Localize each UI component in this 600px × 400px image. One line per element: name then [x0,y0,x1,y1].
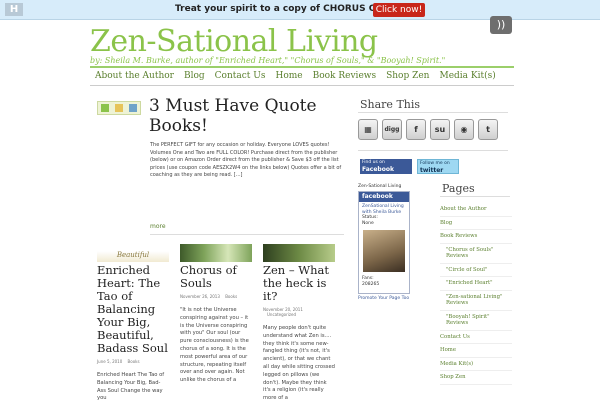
post-card: Zen – What the heck is it? November 20, … [263,244,335,400]
tw-badge-big-text: twitter [420,167,444,174]
hellobar-cta-button[interactable]: Click now! [373,3,425,17]
follow-me-on-twitter-badge[interactable]: Follow me on twitter [417,159,459,174]
site-description: by: Sheila M. Burke, author of "Enriched… [90,56,446,65]
nav-contact-us[interactable]: Contact Us [210,68,271,85]
pages-item[interactable]: Book Reviews [440,230,512,244]
post-thumbnail[interactable]: Beautiful [97,244,169,262]
pages-item[interactable]: Home [440,344,512,358]
read-more-link[interactable]: more [150,223,166,230]
post-excerpt: Many people don't quite understand what … [263,325,335,400]
post-card: Chorus of Souls November 26, 2013 Books … [180,244,252,385]
facebook-logo[interactable]: facebook [359,192,409,202]
fb-status-value: None [362,220,374,226]
nav-shop-zen[interactable]: Shop Zen [381,68,434,85]
digg-icon[interactable]: digg [382,119,402,140]
pages-heading: Pages [442,182,475,195]
fb-widget-label: Zen-Sational Living [358,184,402,189]
pages-item[interactable]: Media Kit(s) [440,358,512,371]
pages-subitem[interactable]: "Enriched Heart" [440,277,512,291]
pages-item[interactable]: Blog [440,217,512,230]
pages-item[interactable]: Shop Zen [440,371,512,385]
post-meta: November 20, 2011 Uncategorized [263,307,335,317]
share-buttons: ▦ digg f su ◉ t [358,119,498,140]
fb-page-name[interactable]: ZenSational Living with Sheila Burke [362,204,406,215]
nav-book-reviews[interactable]: Book Reviews [308,68,381,85]
pages-subitem[interactable]: "Zen-sational Living" Reviews [440,291,512,311]
post-meta: June 5, 2010 Books [97,359,169,364]
post-meta: November 26, 2013 Books [180,294,252,299]
post-date: June 5, 2010 [97,359,123,364]
nav-blog[interactable]: Blog [179,68,210,85]
twitter-icon[interactable]: t [478,119,498,140]
nav-home[interactable]: Home [270,68,307,85]
post-card: Beautiful Enriched Heart: The Tao of Bal… [97,244,169,400]
nav-about-the-author[interactable]: About the Author [90,68,179,85]
share-divider-bottom [358,150,508,151]
pages-list: About the Author Blog Book Reviews "Chor… [440,203,512,385]
share-this-heading: Share This [360,98,421,111]
main-nav: About the Author Blog Contact Us Home Bo… [90,68,514,86]
post-date: November 26, 2013 [180,294,220,299]
featured-post-excerpt: The PERFECT GIFT for any occasion or hol… [150,142,342,179]
pages-subitem[interactable]: "Booyah! Spirit" Reviews [440,311,512,331]
share-divider [358,112,508,113]
nav-media-kits[interactable]: Media Kit(s) [434,68,500,85]
fb-profile-photo[interactable] [363,230,405,272]
pages-subitem[interactable]: "Chorus of Souls" Reviews [440,244,512,264]
delicious-icon[interactable]: ▦ [358,119,378,140]
pages-divider [440,196,510,197]
post-category[interactable]: Books [128,359,140,364]
facebook-fan-box: facebook ZenSational Living with Sheila … [358,191,410,294]
reddit-icon[interactable]: ◉ [454,119,474,140]
featured-post-thumbnail[interactable] [97,101,141,115]
pages-item[interactable]: Contact Us [440,331,512,344]
featured-post-title[interactable]: 3 Must Have Quote Books! [149,96,344,136]
post-category[interactable]: Uncategorized [267,312,296,317]
post-excerpt: "It is not the Universe conspiring again… [180,307,249,384]
content-divider [150,234,344,235]
hellobar-logo-icon[interactable]: H [5,3,23,16]
post-category[interactable]: Books [225,294,237,299]
fb-promote-link[interactable]: Promote Your Page Too [358,296,409,301]
post-title[interactable]: Chorus of Souls [180,264,252,290]
rss-icon[interactable]: )) [490,16,512,34]
fb-badge-big-text: Facebook [362,166,394,173]
post-title[interactable]: Enriched Heart: The Tao of Balancing You… [97,264,169,355]
fb-fans-count: 208265 [362,281,380,287]
facebook-icon[interactable]: f [406,119,426,140]
pages-subitem[interactable]: "Circle of Soul" [440,264,512,277]
site-title[interactable]: Zen-Sational Living [90,24,378,59]
stumbleupon-icon[interactable]: su [430,119,450,140]
post-thumbnail[interactable] [263,244,335,262]
post-excerpt: Enriched Heart The Tao of Balancing Your… [97,372,165,400]
post-title[interactable]: Zen – What the heck is it? [263,264,335,303]
pages-item[interactable]: About the Author [440,203,512,217]
find-us-on-facebook-badge[interactable]: Find us on Facebook [360,159,412,174]
post-thumbnail[interactable] [180,244,252,262]
